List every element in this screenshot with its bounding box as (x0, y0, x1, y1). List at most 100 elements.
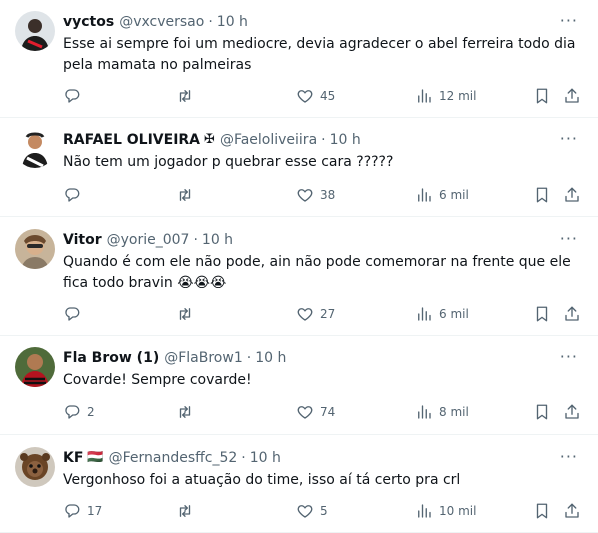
reply-count: 17 (87, 504, 103, 518)
reply-icon (65, 307, 80, 321)
share-button[interactable] (563, 87, 581, 105)
reply-text: Não tem um jogador p quebrar esse cara ?… (63, 154, 394, 170)
bookmark-button[interactable] (533, 305, 551, 323)
bookmark-icon (536, 187, 548, 203)
retweet-button[interactable] (176, 502, 200, 520)
views-button[interactable]: 8 mil (415, 403, 469, 421)
reply-icon (65, 89, 80, 103)
reply-button[interactable]: 2 (63, 403, 95, 421)
bookmark-button[interactable] (533, 502, 551, 520)
retweet-button[interactable] (176, 186, 200, 204)
display-name[interactable]: RAFAEL OLIVEIRA (63, 131, 200, 149)
share-button[interactable] (563, 403, 581, 421)
like-count: 38 (320, 188, 336, 202)
share-button[interactable] (563, 502, 581, 520)
view-count: 6 mil (439, 307, 469, 321)
reply-header: RAFAEL OLIVEIRA ✠ @Faeloliveiira · 10 h (63, 131, 586, 149)
reply[interactable]: Fla Brow (1) @FlaBrow1 · 10 h ··· Covard… (0, 336, 598, 435)
view-count: 10 mil (439, 504, 477, 518)
avatar[interactable] (15, 447, 55, 487)
views-button[interactable]: 6 mil (415, 186, 469, 204)
timestamp[interactable]: 10 h (250, 449, 281, 467)
reply-header: Fla Brow (1) @FlaBrow1 · 10 h (63, 349, 586, 367)
bookmark-icon (536, 88, 548, 104)
more-icon[interactable]: ··· (560, 347, 578, 366)
display-name[interactable]: Fla Brow (1) (63, 349, 159, 367)
retweet-button[interactable] (176, 305, 200, 323)
action-bar: 27 6 mil (63, 303, 586, 325)
timestamp[interactable]: 10 h (330, 131, 361, 149)
retweet-icon (179, 406, 191, 418)
heart-icon (297, 505, 313, 518)
avatar[interactable] (15, 11, 55, 51)
bookmark-icon (536, 503, 548, 519)
reply-button[interactable] (63, 186, 87, 204)
heart-icon (297, 406, 313, 419)
more-icon[interactable]: ··· (560, 229, 578, 248)
views-chart-icon (418, 504, 431, 518)
separator-dot: · (246, 350, 252, 366)
views-button[interactable]: 12 mil (415, 87, 476, 105)
timestamp[interactable]: 10 h (202, 231, 233, 249)
reply-text: Esse ai sempre foi um mediocre, devia ag… (63, 36, 576, 73)
user-handle[interactable]: @FlaBrow1 (164, 349, 243, 367)
bookmark-button[interactable] (533, 186, 551, 204)
like-button[interactable]: 38 (296, 186, 335, 204)
separator-dot: · (208, 14, 213, 30)
reply-content: Fla Brow (1) @FlaBrow1 · 10 h ··· Covard… (63, 347, 586, 420)
timestamp[interactable]: 10 h (255, 349, 286, 367)
bookmark-icon (536, 404, 548, 420)
like-button[interactable]: 5 (296, 502, 328, 520)
views-button[interactable]: 6 mil (415, 305, 469, 323)
share-icon (565, 404, 579, 419)
more-icon[interactable]: ··· (560, 129, 578, 148)
views-chart-icon (418, 89, 431, 103)
heart-icon (297, 308, 313, 321)
display-name[interactable]: vyctos (63, 13, 114, 31)
retweet-button[interactable] (176, 403, 200, 421)
reply[interactable]: RAFAEL OLIVEIRA ✠ @Faeloliveiira · 10 h … (0, 118, 598, 217)
more-icon[interactable]: ··· (560, 447, 578, 466)
avatar[interactable] (15, 128, 55, 168)
avatar[interactable] (15, 229, 55, 269)
share-button[interactable] (563, 305, 581, 323)
reply-button[interactable] (63, 305, 87, 323)
timestamp[interactable]: 10 h (217, 13, 248, 31)
bookmark-button[interactable] (533, 87, 551, 105)
retweet-icon (179, 505, 191, 517)
name-badge: ✠ (204, 132, 215, 147)
views-button[interactable]: 10 mil (415, 502, 476, 520)
avatar[interactable] (15, 347, 55, 387)
like-button[interactable]: 27 (296, 305, 335, 323)
reply-button[interactable]: 17 (63, 502, 102, 520)
separator-dot: · (241, 450, 246, 466)
reply-button[interactable] (63, 87, 87, 105)
retweet-icon (179, 189, 191, 201)
reply[interactable]: Vitor @yorie_007 · 10 h ··· Quando é com… (0, 217, 598, 336)
like-button[interactable]: 74 (296, 403, 335, 421)
reply-count: 2 (87, 405, 95, 419)
more-icon[interactable]: ··· (560, 11, 578, 30)
user-handle[interactable]: @Fernandesffc_52 (109, 449, 238, 467)
user-handle[interactable]: @Faeloliveiira (220, 131, 317, 149)
like-button[interactable]: 45 (296, 87, 335, 105)
display-name[interactable]: Vitor (63, 231, 102, 249)
name-badge: 🇭🇺 (87, 450, 104, 465)
reply[interactable]: vyctos @vxcversao · 10 h ··· Esse ai sem… (0, 0, 598, 118)
action-bar: 2 74 8 mil (63, 401, 586, 423)
reply-icon (65, 188, 80, 202)
user-handle[interactable]: @yorie_007 (107, 231, 190, 249)
retweet-button[interactable] (176, 87, 200, 105)
reply-text: Vergonhoso foi a atuação do time, isso a… (63, 472, 461, 488)
reply[interactable]: KF 🇭🇺 @Fernandesffc_52 · 10 h ··· Vergon… (0, 435, 598, 533)
reply-icon (65, 405, 80, 419)
like-count: 45 (320, 89, 336, 103)
like-count: 27 (320, 307, 336, 321)
display-name[interactable]: KF (63, 449, 83, 467)
user-handle[interactable]: @vxcversao (119, 13, 204, 31)
reply-header: Vitor @yorie_007 · 10 h (63, 231, 586, 249)
share-button[interactable] (563, 186, 581, 204)
action-bar: 17 5 10 mil (63, 500, 586, 522)
separator-dot: · (321, 132, 326, 148)
bookmark-button[interactable] (533, 403, 551, 421)
